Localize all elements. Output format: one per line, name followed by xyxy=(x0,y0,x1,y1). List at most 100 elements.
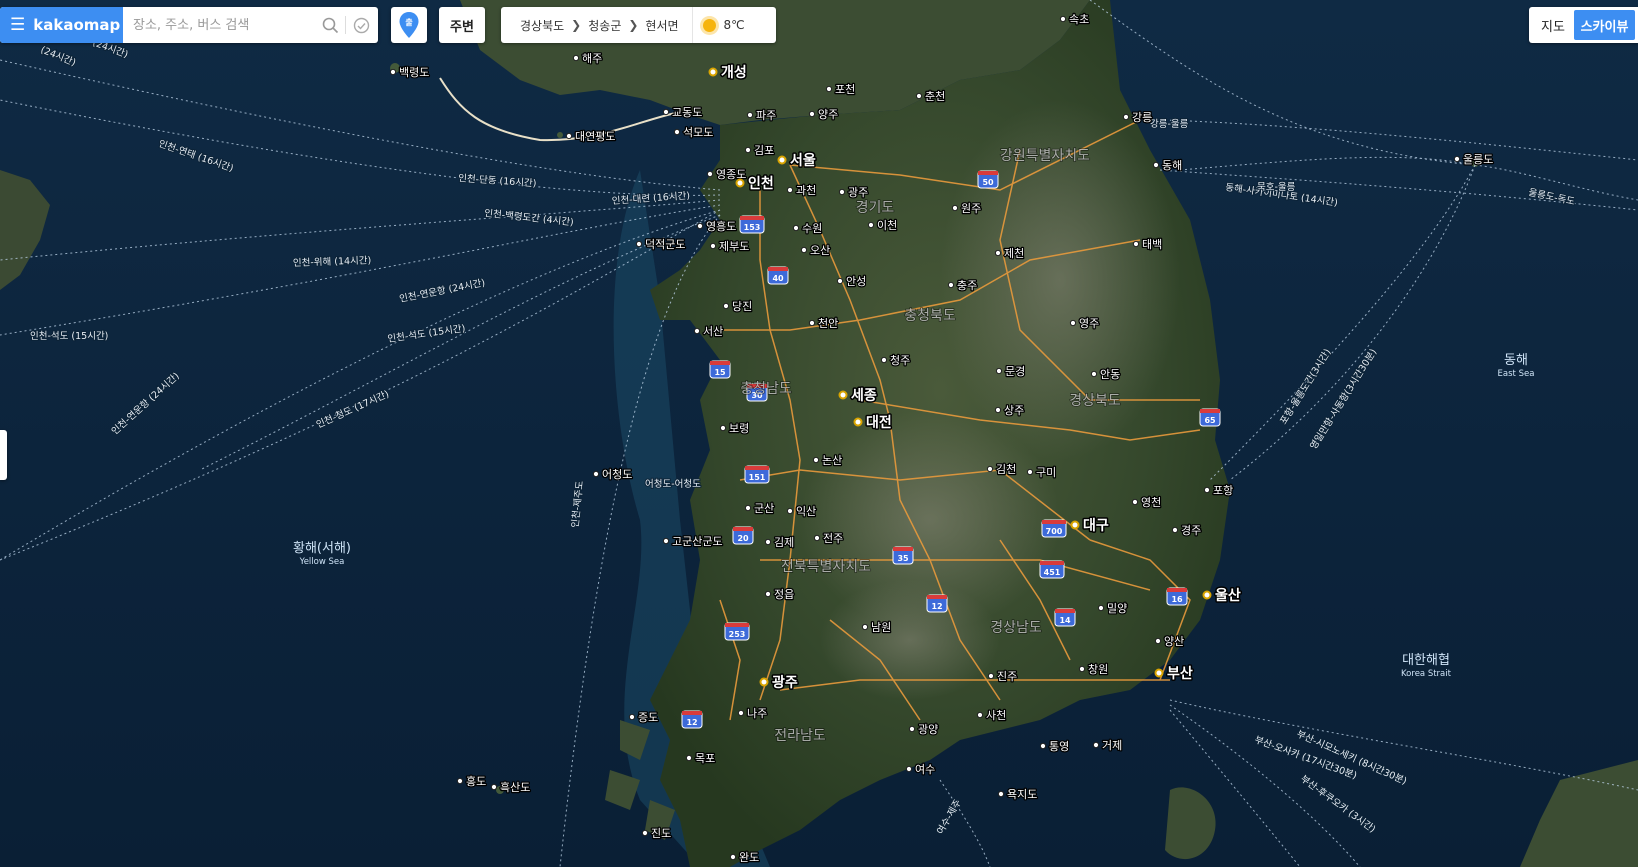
city-label: 구미 xyxy=(1036,466,1056,479)
crumb-province[interactable]: 경상북도 xyxy=(501,17,571,34)
highway-shield: 12 xyxy=(681,710,703,729)
city-label: 보령 xyxy=(729,422,749,435)
city-dot xyxy=(792,224,800,232)
major-city-dot xyxy=(759,677,769,687)
province-label: 충청북도 xyxy=(904,308,956,324)
city-dot xyxy=(994,249,1002,257)
city-label: 원주 xyxy=(961,202,981,215)
city-label: 춘천 xyxy=(925,89,945,103)
brand-button[interactable]: ☰ kakaomap xyxy=(0,7,123,43)
svg-text:출: 출 xyxy=(405,17,413,27)
highway-shield: 153 xyxy=(739,215,765,234)
major-city-label: 부산 xyxy=(1167,665,1193,682)
city-label: 서산 xyxy=(703,325,723,338)
map-view-button[interactable]: 지도 xyxy=(1532,10,1574,40)
skyview-button[interactable]: 스카이뷰 xyxy=(1574,10,1635,40)
highway-shield: 700 xyxy=(1041,519,1067,538)
city-dot xyxy=(662,108,670,116)
crumb-town[interactable]: 현서면 xyxy=(638,17,685,34)
search-button[interactable] xyxy=(315,7,345,43)
city-dot xyxy=(673,128,681,136)
city-label: 안성 xyxy=(846,275,866,288)
city-label: 천안 xyxy=(818,316,838,330)
province-label: 경상북도 xyxy=(1069,393,1121,409)
city-label: 전주 xyxy=(823,532,843,545)
city-dot xyxy=(825,85,833,93)
highway-shield: 15 xyxy=(709,360,731,379)
city-dot xyxy=(389,68,397,76)
svg-text:451: 451 xyxy=(1044,568,1061,577)
city-dot xyxy=(986,465,994,473)
city-label: 경주 xyxy=(1181,524,1201,537)
city-label: 파주 xyxy=(756,109,776,122)
city-dot xyxy=(1154,637,1162,645)
city-label: 논산 xyxy=(822,454,842,467)
weather-widget[interactable]: 8℃ xyxy=(691,7,745,43)
city-label: 통영 xyxy=(1049,740,1069,753)
satellite-map[interactable]: 50 153 40 15 30 65 151 20 35 700 451 12 … xyxy=(0,0,1638,867)
directions-button[interactable] xyxy=(346,7,376,43)
crumb-county[interactable]: 청송군 xyxy=(581,17,628,34)
sea-label-en: East Sea xyxy=(1498,369,1535,379)
city-dot xyxy=(1132,240,1140,248)
svg-text:35: 35 xyxy=(897,554,909,563)
city-dot xyxy=(737,709,745,717)
major-city-label: 대구 xyxy=(1083,518,1109,534)
menu-icon[interactable]: ☰ xyxy=(10,15,25,35)
major-city-label: 광주 xyxy=(772,674,798,691)
city-dot xyxy=(490,783,498,791)
city-marker[interactable]: 고군산군도 xyxy=(662,534,724,549)
side-panel-toggle[interactable] xyxy=(0,430,7,480)
major-city-dot xyxy=(708,67,718,77)
major-city-dot xyxy=(853,417,863,427)
city-label: 영주 xyxy=(1079,317,1099,330)
city-label: 흑산도 xyxy=(500,780,530,794)
city-dot xyxy=(693,327,701,335)
city-dot xyxy=(456,777,464,785)
province-label: 경기도 xyxy=(856,200,895,216)
city-label: 과천 xyxy=(796,183,816,197)
city-dot xyxy=(1039,742,1047,750)
svg-text:16: 16 xyxy=(1171,595,1183,604)
city-dot xyxy=(744,146,752,154)
city-label: 강릉 xyxy=(1132,111,1152,124)
city-label: 영흥도 xyxy=(706,219,736,233)
city-dot xyxy=(1131,498,1139,506)
city-label: 어청도 xyxy=(602,468,632,481)
city-label: 제천 xyxy=(1004,246,1024,260)
city-dot xyxy=(947,281,955,289)
city-dot xyxy=(722,302,730,310)
city-dot xyxy=(1171,526,1179,534)
search-input[interactable] xyxy=(123,7,315,43)
major-city-label: 개성 xyxy=(721,65,747,81)
highway-shield: 65 xyxy=(1199,408,1221,427)
city-dot xyxy=(994,406,1002,414)
city-dot xyxy=(706,170,714,178)
city-label: 광양 xyxy=(918,723,938,736)
highway-shield: 40 xyxy=(767,266,789,285)
city-label: 포항 xyxy=(1213,484,1233,497)
city-label: 덕적군도 xyxy=(645,238,685,251)
departure-pin-button[interactable]: 출 xyxy=(391,7,427,43)
city-dot xyxy=(786,186,794,194)
city-label: 목포 xyxy=(695,752,715,765)
city-dot xyxy=(1453,155,1461,163)
ferry-route-label: 어청도-어청도 xyxy=(645,479,701,490)
city-dot xyxy=(1026,468,1034,476)
city-dot xyxy=(764,590,772,598)
nearby-button[interactable]: 주변 xyxy=(439,7,485,43)
city-label: 충주 xyxy=(957,279,977,292)
major-city-dot xyxy=(735,178,745,188)
city-dot xyxy=(1059,15,1067,23)
city-dot xyxy=(908,725,916,733)
city-dot xyxy=(744,504,752,512)
svg-text:151: 151 xyxy=(749,473,766,482)
ferry-route-label: 인천-석도 (15시간) xyxy=(30,331,108,342)
city-label: 영천 xyxy=(1141,495,1161,509)
province-label: 강원특별자치도 xyxy=(1000,148,1090,164)
city-dot xyxy=(838,188,846,196)
city-dot xyxy=(1097,604,1105,612)
city-label: 대연평도 xyxy=(575,130,615,143)
major-city-label: 세종 xyxy=(851,388,877,404)
location-breadcrumb: 경상북도 ❯ 청송군 ❯ 현서면 8℃ xyxy=(501,7,776,43)
